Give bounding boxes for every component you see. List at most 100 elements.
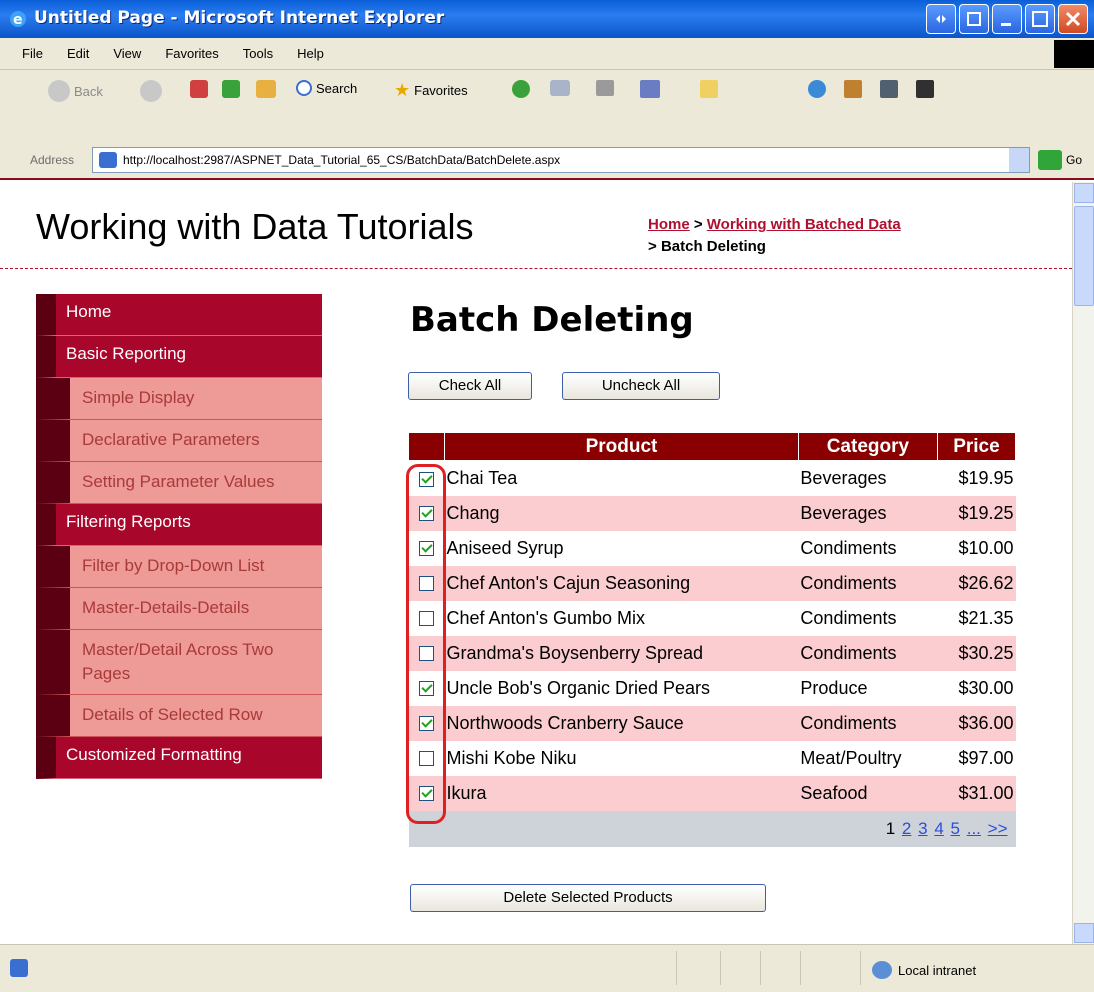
go-button[interactable]: Go (1038, 150, 1082, 170)
category-cell: Meat/Poultry (798, 740, 938, 776)
back-button[interactable]: Back (48, 80, 103, 102)
sidebar-item-basic-reporting[interactable]: Basic Reporting (36, 336, 322, 378)
print-button[interactable] (596, 80, 614, 96)
sidebar-item-setting-parameter-values[interactable]: Setting Parameter Values (36, 462, 322, 504)
pager-row: 1 2 3 4 5 ... >> (408, 810, 1016, 847)
menu-tools[interactable]: Tools (243, 46, 273, 61)
row-checkbox-checked[interactable] (419, 506, 434, 522)
table-row: Chang Beverages $19.25 (408, 495, 1016, 531)
category-cell: Beverages (798, 495, 938, 531)
sidebar-item-filtering-reports[interactable]: Filtering Reports (36, 504, 322, 546)
product-cell: Mishi Kobe Niku (444, 740, 799, 776)
menu-file[interactable]: File (22, 46, 43, 61)
row-checkbox-checked[interactable] (419, 786, 434, 802)
price-cell: $30.25 (937, 635, 1016, 671)
select-cell (408, 600, 445, 636)
media-icon (512, 80, 530, 98)
sidebar-item-declarative-parameters[interactable]: Declarative Parameters (36, 420, 322, 462)
vertical-scrollbar[interactable] (1072, 182, 1094, 944)
product-cell: Uncle Bob's Organic Dried Pears (444, 670, 799, 706)
breadcrumb-section-link[interactable]: Working with Batched Data (707, 216, 901, 233)
close-icon[interactable] (1058, 4, 1088, 34)
maximize-icon[interactable] (1025, 4, 1055, 34)
row-checkbox-checked[interactable] (419, 471, 434, 487)
category-cell: Condiments (798, 705, 938, 741)
status-divider (676, 951, 677, 985)
back-arrow-icon (48, 80, 70, 102)
home-icon (256, 80, 276, 98)
research-button[interactable] (844, 80, 862, 98)
row-checkbox[interactable] (419, 751, 434, 767)
favorites-button[interactable]: ★ Favorites (394, 80, 468, 101)
sidebar-item-details-of-selected-row[interactable]: Details of Selected Row (36, 695, 322, 737)
window-title: Untitled Page - Microsoft Internet Explo… (34, 8, 445, 28)
menu-favorites[interactable]: Favorites (165, 46, 218, 61)
pager-link-next[interactable]: >> (988, 819, 1008, 838)
edit-button[interactable] (640, 80, 660, 98)
product-cell: Chef Anton's Gumbo Mix (444, 600, 799, 636)
resize-icon[interactable] (959, 4, 989, 34)
price-cell: $36.00 (937, 705, 1016, 741)
breadcrumb-separator: > (693, 216, 703, 233)
menu-view[interactable]: View (113, 46, 141, 61)
address-url[interactable]: http://localhost:2987/ASPNET_Data_Tutori… (123, 153, 560, 167)
mail-button[interactable] (550, 80, 570, 96)
price-cell: $21.35 (937, 600, 1016, 636)
tools-button[interactable] (880, 80, 898, 98)
address-input[interactable]: http://localhost:2987/ASPNET_Data_Tutori… (92, 147, 1030, 173)
select-cell (408, 775, 445, 811)
table-row: Uncle Bob's Organic Dried Pears Produce $3… (408, 670, 1016, 706)
page-title: Batch Deleting (410, 300, 694, 340)
menu-help[interactable]: Help (297, 46, 324, 61)
row-checkbox[interactable] (419, 576, 434, 592)
sidebar-item-customized-formatting[interactable]: Customized Formatting (36, 737, 322, 779)
pager-link-2[interactable]: 2 (902, 819, 911, 838)
home-button[interactable] (256, 80, 276, 98)
price-cell: $31.00 (937, 775, 1016, 811)
breadcrumb-home-link[interactable]: Home (648, 216, 690, 233)
row-checkbox-checked[interactable] (419, 716, 434, 732)
delete-selected-button[interactable]: Delete Selected Products (410, 884, 766, 912)
uncheck-all-button[interactable]: Uncheck All (562, 372, 720, 400)
product-cell: Northwoods Cranberry Sauce (444, 705, 799, 741)
check-all-button[interactable]: Check All (408, 372, 532, 400)
table-row: Northwoods Cranberry Sauce Condiments $36.… (408, 705, 1016, 741)
grid-button[interactable] (916, 80, 934, 98)
menu-edit[interactable]: Edit (67, 46, 89, 61)
select-cell (408, 530, 445, 566)
row-checkbox-checked[interactable] (419, 681, 434, 697)
row-checkbox[interactable] (419, 611, 434, 627)
restore-arrows-icon[interactable] (926, 4, 956, 34)
sidebar-item-master-detail-across-two-pages[interactable]: Master/Detail Across Two Pages (36, 630, 322, 695)
pager-link-3[interactable]: 3 (918, 819, 927, 838)
media-button[interactable] (512, 80, 530, 98)
sidebar-item-master-details-details[interactable]: Master-Details-Details (36, 588, 322, 630)
sidebar-item-simple-display[interactable]: Simple Display (36, 378, 322, 420)
search-button[interactable]: Search (296, 80, 357, 96)
pager-link-more[interactable]: ... (967, 819, 981, 838)
row-checkbox[interactable] (419, 646, 434, 662)
price-cell: $10.00 (937, 530, 1016, 566)
scroll-down-icon[interactable] (1074, 923, 1094, 943)
table-row: Mishi Kobe Niku Meat/Poultry $97.00 (408, 740, 1016, 776)
scroll-up-icon[interactable] (1074, 183, 1094, 203)
select-cell (408, 565, 445, 601)
scroll-thumb[interactable] (1074, 206, 1094, 306)
minimize-icon[interactable] (992, 4, 1022, 34)
sidebar-item-home[interactable]: Home (36, 294, 322, 336)
chevron-down-icon[interactable] (1009, 148, 1029, 172)
messenger-button[interactable] (808, 80, 826, 98)
pager: 1 2 3 4 5 ... >> (408, 810, 1016, 847)
sidebar-item-filter-by-drop-down-list[interactable]: Filter by Drop-Down List (36, 546, 322, 588)
price-cell: $26.62 (937, 565, 1016, 601)
forward-button[interactable] (140, 80, 162, 102)
grid-header-product: Product (444, 432, 799, 461)
pager-link-5[interactable]: 5 (951, 819, 960, 838)
pager-link-4[interactable]: 4 (934, 819, 943, 838)
print-icon (596, 80, 614, 96)
go-arrow-icon (1038, 150, 1062, 170)
discuss-button[interactable] (700, 80, 718, 98)
row-checkbox-checked[interactable] (419, 541, 434, 557)
stop-button[interactable] (190, 80, 208, 98)
refresh-button[interactable] (222, 80, 240, 98)
